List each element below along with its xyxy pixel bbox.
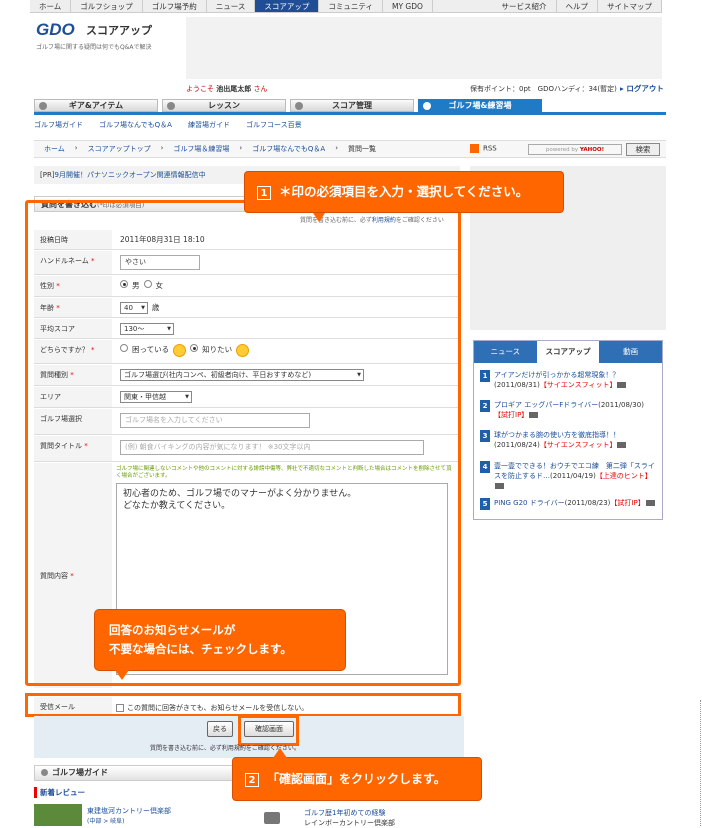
subnav-course-guide[interactable]: ゴルフ場ガイド [34, 120, 83, 130]
site-section-title: スコアアップ [86, 24, 152, 37]
tab-score[interactable]: スコア管理 [290, 99, 414, 112]
section-bullet-icon [41, 769, 48, 776]
crumb-course[interactable]: ゴルフ場＆練習場 [173, 144, 229, 154]
news-item[interactable]: 4 壹一壹でできる！おウチでエコ練 第二弾「スライスを防止するド…(2011/04… [480, 461, 658, 491]
yahoo-logo: YAHOO! [579, 147, 605, 153]
news-item[interactable]: 3 球がつかまる腕の使い方を徹底指導！！ (2011/08/24)【サイエンスフィッ… [480, 430, 658, 450]
crumb-sep: › [335, 144, 338, 152]
tab-bullet-icon [167, 102, 175, 110]
welcome-text: ようこそ 池出尾太郎 さん [186, 85, 268, 93]
crumb-current: 質問一覧 [348, 145, 376, 153]
course-thumbnail[interactable] [34, 804, 82, 826]
subnav-course-qa[interactable]: ゴルフ場なんでもQ＆A [99, 120, 172, 130]
camera-icon [617, 382, 627, 388]
rss-icon [470, 144, 479, 153]
user-points: 保有ポイント：0pt GDOハンディ：34(暫定) [470, 85, 617, 93]
crumb-qa[interactable]: ゴルフ場なんでもQ＆A [252, 144, 325, 154]
back-button[interactable]: 戻る [207, 721, 233, 737]
crumb-sep: › [74, 144, 78, 152]
tab-course[interactable]: ゴルフ場&練習場 [418, 99, 542, 112]
confirm-highlight [238, 715, 299, 746]
tab-gear[interactable]: ギア&アイテム [34, 99, 158, 112]
nav-spacer [433, 0, 493, 12]
tab-lesson[interactable]: レッスン [162, 99, 286, 112]
camera-icon [617, 442, 627, 448]
tab-video[interactable]: 動画 [599, 341, 662, 363]
crumb-scoreup[interactable]: スコアアップトップ [88, 144, 151, 154]
nav-home[interactable]: ホーム [30, 0, 72, 12]
review-link-2[interactable]: ゴルフ歴1年初めての経験 [304, 808, 385, 818]
nav-shop[interactable]: ゴルフショップ [71, 0, 143, 12]
nav-reserve[interactable]: ゴルフ場予約 [143, 0, 207, 12]
tab-bullet-icon [423, 102, 431, 110]
nav-help[interactable]: ヘルプ [557, 0, 598, 12]
sub-nav: ゴルフ場ガイド ゴルフ場なんでもQ＆A 練習場ガイド ゴルフコース百景 [34, 120, 302, 130]
nav-community[interactable]: コミュニティ [319, 0, 383, 12]
callout-step-2: 2 「確認画面」をクリックします。 [233, 748, 481, 800]
camera-icon [529, 412, 539, 418]
breadcrumb: ホーム › スコアアップトップ › ゴルフ場＆練習場 › ゴルフ場なんでもQ＆A › 質… [44, 144, 376, 154]
subnav-course-views[interactable]: ゴルフコース百景 [246, 120, 302, 130]
news-item[interactable]: 1 アイアンだけが引っかかる超常現象！？ (2011/08/31)【サイエンスフィッ… [480, 370, 658, 390]
callout-step-1: 1 ＊印の必須項目を入力・選択してください。 [245, 172, 563, 222]
news-item[interactable]: 5 PING G20 ドライバー(2011/08/23)【試打IP】 [480, 498, 658, 510]
crumb-home[interactable]: ホーム [44, 144, 65, 154]
camera-icon [495, 483, 504, 489]
review-course-2: レインボーカントリー倶楽部 [304, 819, 395, 827]
news-item[interactable]: 2 プロギア エッグパーFドライバー(2011/08/30) 【試打IP】 [480, 400, 658, 420]
nav-sitemap[interactable]: サイトマップ [598, 0, 662, 12]
callout-mail: 回答のお知らせメールが 不要な場合には、チェックします。 [95, 610, 345, 680]
tab-scoreup[interactable]: スコアアップ [536, 341, 600, 363]
news-tabs: ニュース スコアアップ 動画 [474, 341, 662, 363]
crumb-sep: › [160, 144, 164, 152]
new-review-heading: 新着レビュー [34, 787, 85, 798]
category-tabs: ギア&アイテム レッスン スコア管理 ゴルフ場&練習場 [34, 99, 666, 115]
gdo-logo[interactable]: GDO [36, 20, 75, 40]
search-button[interactable]: 検索 [626, 143, 660, 156]
global-nav: ホーム ゴルフショップ ゴルフ場予約 ニュース スコアアップ コミュニティ MY… [30, 0, 662, 13]
tab-bullet-icon [39, 102, 47, 110]
nav-mygdo[interactable]: MY GDO [383, 0, 433, 12]
mail-highlight [25, 693, 461, 717]
review-region-1: (中部 > 岐阜) [87, 818, 125, 825]
search-input[interactable]: powered by YAHOO! [528, 144, 622, 155]
review-link-1[interactable]: 東建塩河カントリー倶楽部 [87, 806, 171, 816]
camera-icon [264, 812, 280, 824]
rss-link[interactable]: RSS [470, 144, 497, 153]
crumb-sep: › [239, 144, 243, 152]
nav-scoreup[interactable]: スコアアップ [255, 0, 320, 12]
logout-link[interactable]: ▸ ログアウト [620, 83, 664, 94]
tagline: ゴルフ場に関する疑問は何でもQ&Aで解決 [36, 44, 152, 51]
nav-news[interactable]: ニュース [207, 0, 256, 12]
tab-news[interactable]: ニュース [474, 341, 537, 363]
subnav-range-guide[interactable]: 練習場ガイド [188, 120, 230, 130]
divider [700, 700, 701, 826]
banner-ad [186, 17, 662, 79]
tab-bullet-icon [295, 102, 303, 110]
user-name: 池出尾太郎 [216, 85, 252, 93]
nav-service[interactable]: サービス紹介 [493, 0, 557, 12]
camera-icon [645, 500, 655, 506]
